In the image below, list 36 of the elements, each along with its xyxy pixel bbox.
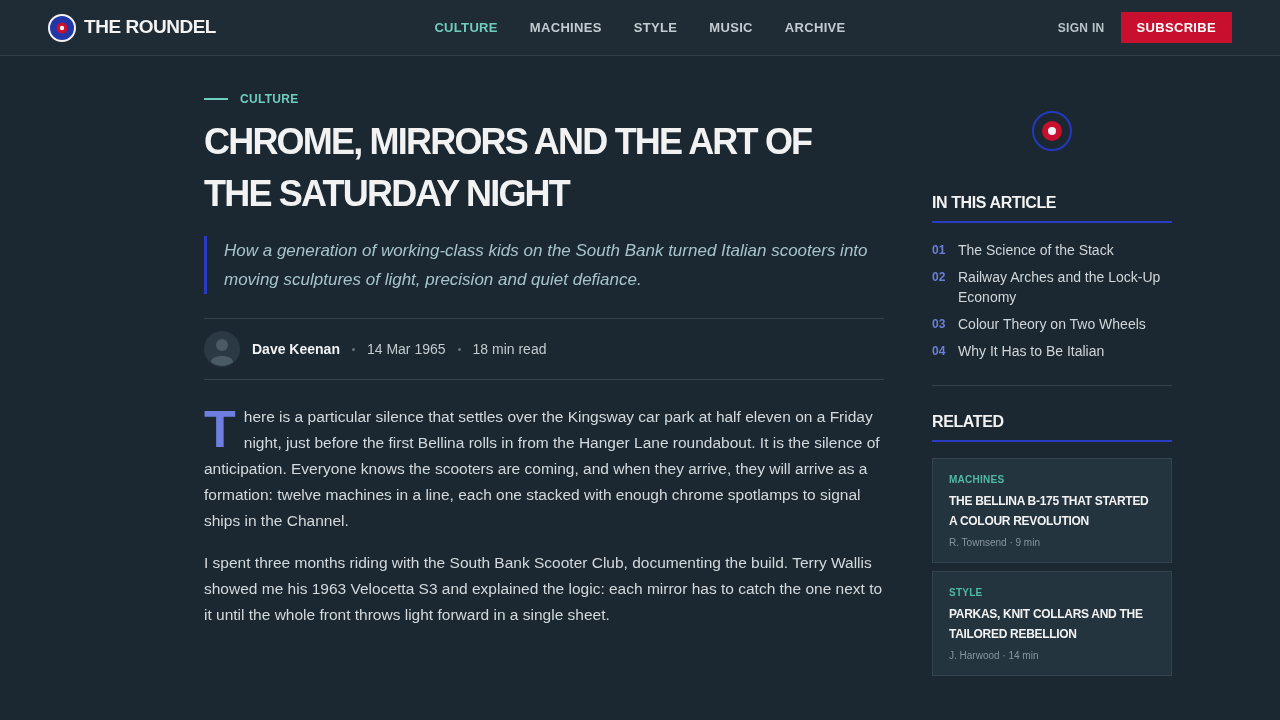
contents-link[interactable]: The Science of the Stack [958, 240, 1114, 260]
nav-link[interactable]: MUSIC [709, 17, 753, 38]
related-category: STYLE [949, 586, 984, 600]
roundel-logo-icon [48, 13, 76, 42]
related-article-meta: J. Harwood · 14 min [949, 649, 1040, 663]
related-article-card[interactable]: MACHINES THE BELLINA B-175 THAT STARTED A COLOUR REVOLUTION R. Townsend · 9 min [932, 458, 1172, 563]
article-paragraph: I spent three months riding with the South Bank Scooter Club, documenting the build. Terry Wallis showed me his 1963 Velocetta S3 and explained the logic: each mirror has to catch the one next to it until the whole front throws light forward in a single sheet. [204, 553, 884, 626]
related-article-title: PARKAS, KNIT COLLARS AND THE TAILORED REBELLION [949, 606, 1144, 643]
avatar-icon [204, 331, 240, 368]
contents-link[interactable]: Railway Arches and the Lock-Up Economy [958, 267, 1172, 307]
article-title: CHROME, MIRRORS AND THE ART OF THE SATURDAY NIGHT [204, 120, 813, 217]
roundel-icon [1032, 111, 1072, 151]
contents-link[interactable]: Colour Theory on Two Wheels [958, 314, 1146, 334]
contents-link[interactable]: Why It Has to Be Italian [958, 341, 1105, 361]
category-label: CULTURE [240, 91, 299, 108]
nav-link[interactable]: MACHINES [529, 17, 602, 38]
read-time: 18 min read [472, 339, 547, 359]
section-number: 02 [932, 269, 947, 286]
nav-link[interactable]: CULTURE [434, 17, 498, 38]
nav-link[interactable]: ARCHIVE [784, 17, 846, 38]
sign-in-link[interactable]: SIGN IN [1057, 18, 1105, 37]
site-logo[interactable]: THE ROUNDEL [48, 13, 216, 42]
related-heading: RELATED [932, 410, 1172, 442]
publish-date: 14 Mar 1965 [366, 339, 446, 359]
author-name: Dave Keenan [252, 339, 340, 359]
article-standfirst: How a generation of working-class kids on the South Bank turned Italian scooters into moving sculptures of light, precision and quiet defiance. [204, 236, 884, 295]
nav-link[interactable]: STYLE [633, 17, 678, 38]
section-number: 04 [932, 343, 947, 360]
subscribe-button[interactable]: SUBSCRIBE [1120, 12, 1232, 43]
related-article-title: THE BELLINA B-175 THAT STARTED A COLOUR REVOLUTION [949, 493, 1150, 530]
section-number: 03 [932, 316, 947, 333]
related-category: MACHINES [949, 473, 1006, 487]
related-article-card[interactable]: STYLE PARKAS, KNIT COLLARS AND THE TAILORED REBELLION J. Harwood · 14 min [932, 571, 1172, 676]
section-number: 01 [932, 242, 947, 259]
related-article-meta: R. Townsend · 9 min [949, 536, 1041, 550]
contents-heading: IN THIS ARTICLE [932, 191, 1172, 223]
